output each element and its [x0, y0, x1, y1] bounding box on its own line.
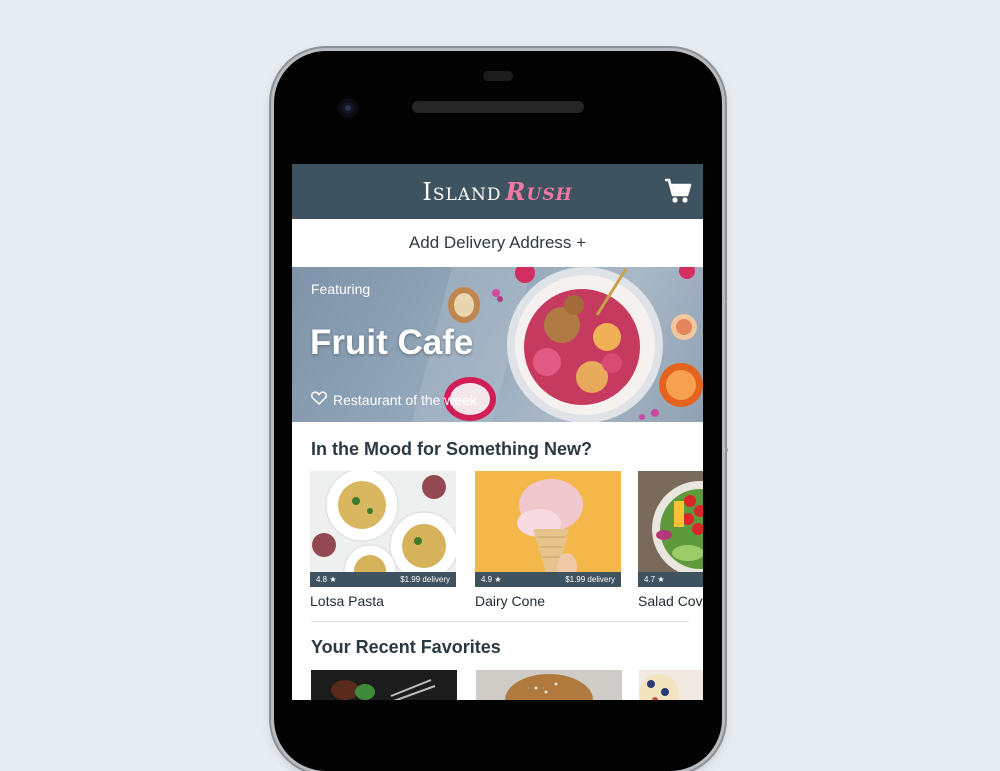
front-camera [338, 98, 358, 118]
salad-image: 4.7 ★ [638, 471, 703, 587]
restaurant-name: Lotsa Pasta [310, 593, 384, 609]
restaurant-name: Dairy Cone [475, 593, 546, 609]
side-button-dot [725, 300, 727, 303]
rating-badge: 4.8 ★ [316, 575, 337, 584]
favorite-card[interactable] [476, 670, 622, 700]
brand-logo: Island Rush [292, 177, 703, 207]
brand-word-2: Rush [505, 177, 573, 206]
card-info-strip: 4.9 ★ $1.99 delivery [475, 572, 621, 587]
favorites-section-title: Your Recent Favorites [311, 637, 501, 657]
earpiece-speaker [412, 101, 584, 113]
delivery-fee: $1.99 delivery [565, 575, 615, 584]
favorites-row [311, 670, 703, 700]
mood-cards-row: 4.8 ★ $1.99 delivery Lotsa Pasta 4.9 ★ $… [310, 471, 703, 611]
featured-restaurant-title: Fruit Cafe [310, 323, 474, 362]
card-info-strip: 4.7 ★ [638, 572, 703, 587]
address-label: Add Delivery Address + [408, 233, 587, 252]
restaurant-card[interactable]: 4.7 ★ Salad Cove [638, 471, 703, 609]
restaurant-card[interactable]: 4.8 ★ $1.99 delivery Lotsa Pasta [310, 471, 456, 609]
restaurant-of-week-tag: Restaurant of the week [311, 391, 477, 408]
featuring-label: Featuring [311, 281, 371, 297]
brand-word-1: Island [422, 178, 502, 206]
app-screen: Island Rush Add Delivery Address + Featu… [292, 164, 703, 700]
restaurant-name: Salad Cove [638, 593, 703, 609]
mood-section-title: In the Mood for Something New? [311, 439, 592, 459]
app-header: Island Rush [292, 164, 703, 219]
favorite-card[interactable] [639, 670, 703, 700]
card-info-strip: 4.8 ★ $1.99 delivery [310, 572, 456, 587]
ice-cream-image: 4.9 ★ $1.99 delivery [475, 471, 621, 587]
restaurant-card[interactable]: 4.9 ★ $1.99 delivery Dairy Cone [475, 471, 621, 609]
cart-icon[interactable] [664, 178, 692, 204]
side-button-dot [725, 448, 728, 452]
pasta-image: 4.8 ★ $1.99 delivery [310, 471, 456, 587]
heart-icon [311, 391, 327, 408]
rating-badge: 4.7 ★ [644, 575, 665, 584]
add-delivery-address-button[interactable]: Add Delivery Address + [292, 219, 703, 267]
section-divider [311, 621, 689, 622]
rating-badge: 4.9 ★ [481, 575, 502, 584]
top-speaker [483, 71, 513, 81]
favorite-card[interactable] [311, 670, 457, 700]
delivery-fee: $1.99 delivery [400, 575, 450, 584]
featured-restaurant-banner[interactable]: Featuring Fruit Cafe Restaurant of the w… [292, 267, 703, 422]
restaurant-of-week-label: Restaurant of the week [333, 391, 477, 408]
